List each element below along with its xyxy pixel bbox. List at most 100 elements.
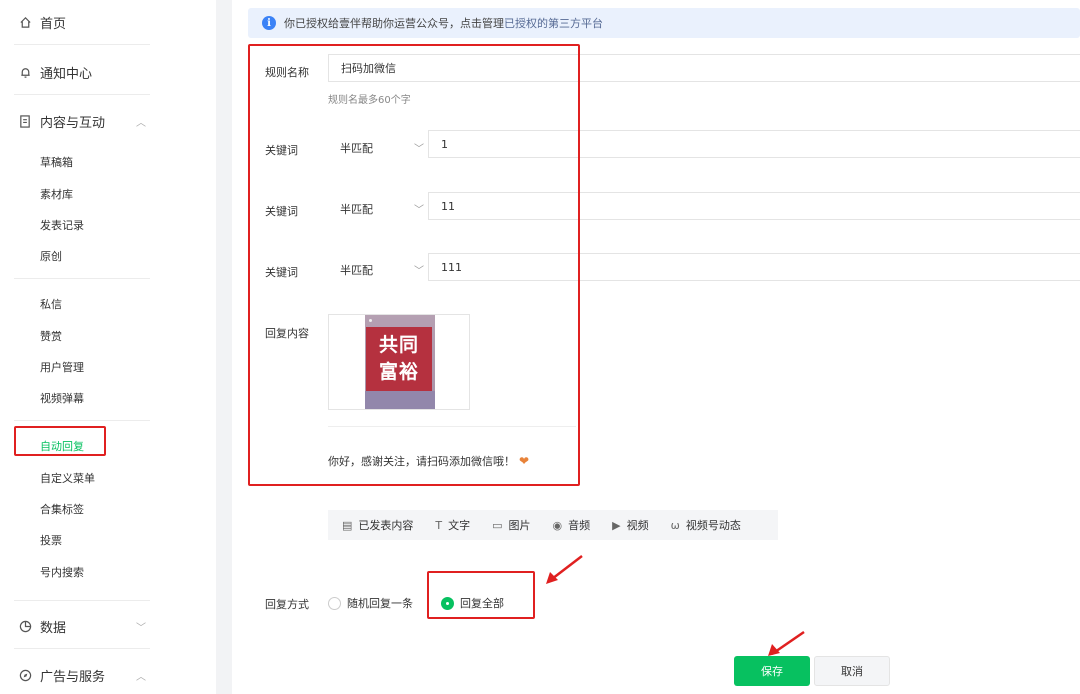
document-icon xyxy=(18,115,32,129)
keyword-label: 关键词 xyxy=(265,266,298,279)
banner-text: 你已授权给壹伴帮助你运营公众号，点击管理 xyxy=(284,17,504,30)
sidebar: 首页 通知中心 内容与互动 ︿ 草稿箱 素材库 发表记录 原创 私信 赞赏 用户… xyxy=(0,0,216,694)
sidebar-item-users[interactable]: 用户管理 xyxy=(40,359,84,375)
reply-text-content: 你好，感谢关注，请扫码添加微信哦！ xyxy=(328,455,515,468)
divider xyxy=(14,94,150,95)
radio-unchecked-icon xyxy=(328,596,341,610)
sidebar-item-messages[interactable]: 私信 xyxy=(40,296,62,312)
chevron-down-icon: ﹀ xyxy=(414,266,424,277)
nav-ads[interactable]: 广告与服务 ︿ xyxy=(18,666,146,685)
rule-name-label: 规则名称 xyxy=(265,66,309,79)
tool-image[interactable]: ▭ 图片 xyxy=(492,517,530,533)
divider xyxy=(14,600,150,601)
tool-channels[interactable]: ω 视频号动态 xyxy=(671,517,741,533)
info-icon: i xyxy=(262,16,276,30)
sidebar-item-original[interactable]: 原创 xyxy=(40,248,62,264)
chevron-down-icon: ﹀ xyxy=(414,205,424,216)
keyword-input[interactable]: 111 xyxy=(428,253,1080,281)
sidebar-item-published[interactable]: 发表记录 xyxy=(40,217,84,233)
nav-notifications-label: 通知中心 xyxy=(40,67,93,82)
main-panel: i 你已授权给壹伴帮助你运营公众号，点击管理 已授权的第三方平台 规则名称 扫码… xyxy=(232,0,1080,694)
rule-name-hint: 规则名最多60个字 xyxy=(328,95,411,106)
nav-notifications[interactable]: 通知中心 xyxy=(18,63,92,82)
reply-mode-group: 随机回复一条 回复全部 xyxy=(328,595,504,611)
keyword-input[interactable]: 11 xyxy=(428,192,1080,220)
tool-channels-label: 视频号动态 xyxy=(685,519,741,532)
home-icon xyxy=(18,16,32,30)
sidebar-item-vote[interactable]: 投票 xyxy=(40,532,62,548)
sidebar-item-rewards[interactable]: 赞赏 xyxy=(40,328,62,344)
tool-text-label: 文字 xyxy=(448,519,471,532)
radio-random-label: 随机回复一条 xyxy=(347,597,413,610)
radio-checked-icon xyxy=(441,596,454,610)
reply-toolbar: ▤ 已发表内容 T 文字 ▭ 图片 ◉ 音频 ▶ 视频 ω 视频号动态 xyxy=(328,510,778,540)
chevron-down-icon[interactable]: ﹀ xyxy=(136,619,146,634)
bell-icon xyxy=(18,66,32,80)
image-strip xyxy=(365,391,435,409)
annotation-arrow-icon xyxy=(546,555,583,584)
banner-link[interactable]: 已授权的第三方平台 xyxy=(504,15,603,31)
reply-image: 共同 富裕 xyxy=(365,315,435,409)
tool-video-label: 视频 xyxy=(626,519,649,532)
sidebar-item-danmaku[interactable]: 视频弹幕 xyxy=(40,390,84,406)
match-select-value: 半匹配 xyxy=(340,142,373,155)
radio-all[interactable]: 回复全部 xyxy=(441,595,504,611)
sidebar-item-library[interactable]: 素材库 xyxy=(40,186,73,202)
divider xyxy=(14,44,150,45)
tool-video[interactable]: ▶ 视频 xyxy=(612,517,648,533)
sidebar-item-auto-reply[interactable]: 自动回复 xyxy=(40,438,84,454)
save-button[interactable]: 保存 xyxy=(734,656,810,686)
reply-image-card[interactable]: 共同 富裕 xyxy=(328,314,470,410)
chevron-up-icon[interactable]: ︿ xyxy=(136,114,146,129)
video-icon: ▶ xyxy=(612,518,621,532)
tool-published[interactable]: ▤ 已发表内容 xyxy=(342,517,413,533)
tool-image-label: 图片 xyxy=(508,519,531,532)
nav-data[interactable]: 数据 ﹀ xyxy=(18,617,146,636)
match-select[interactable]: 半匹配 ﹀ xyxy=(328,195,424,223)
keyword-label: 关键词 xyxy=(265,144,298,157)
audio-icon: ◉ xyxy=(552,518,563,532)
cancel-button[interactable]: 取消 xyxy=(814,656,890,686)
match-select-value: 半匹配 xyxy=(340,264,373,277)
rule-name-input[interactable]: 扫码加微信 xyxy=(328,54,1080,82)
match-select-value: 半匹配 xyxy=(340,203,373,216)
chevron-down-icon: ﹀ xyxy=(414,144,424,155)
compass-icon xyxy=(18,669,32,683)
nav-ads-label: 广告与服务 xyxy=(40,670,106,685)
match-select[interactable]: 半匹配 ﹀ xyxy=(328,134,424,162)
tool-published-label: 已发表内容 xyxy=(358,519,414,532)
sidebar-item-search[interactable]: 号内搜索 xyxy=(40,564,84,580)
nav-data-label: 数据 xyxy=(40,621,67,636)
sidebar-item-drafts[interactable]: 草稿箱 xyxy=(40,154,73,170)
radio-all-label: 回复全部 xyxy=(460,597,504,610)
nav-home[interactable]: 首页 xyxy=(18,13,66,32)
text-icon: T xyxy=(435,518,443,532)
reply-mode-label: 回复方式 xyxy=(265,598,309,611)
tool-text[interactable]: T 文字 xyxy=(435,517,470,533)
info-banner: i 你已授权给壹伴帮助你运营公众号，点击管理 已授权的第三方平台 xyxy=(248,8,1080,38)
divider xyxy=(328,426,576,427)
nav-home-label: 首页 xyxy=(40,17,67,32)
radio-random[interactable]: 随机回复一条 xyxy=(328,595,413,611)
channels-icon: ω xyxy=(670,518,680,532)
keyword-input[interactable]: 1 xyxy=(428,130,1080,158)
document-icon: ▤ xyxy=(342,518,353,532)
heart-emoji-icon: ❤ xyxy=(519,454,530,468)
image-icon: ▭ xyxy=(492,518,503,532)
keyword-label: 关键词 xyxy=(265,205,298,218)
divider xyxy=(14,420,150,421)
chevron-up-icon[interactable]: ︿ xyxy=(136,668,146,683)
reply-image-text: 共同 富裕 xyxy=(366,327,432,391)
reply-content-label: 回复内容 xyxy=(265,327,309,340)
match-select[interactable]: 半匹配 ﹀ xyxy=(328,256,424,284)
divider xyxy=(14,648,150,649)
sidebar-item-tags[interactable]: 合集标签 xyxy=(40,501,84,517)
tool-audio[interactable]: ◉ 音频 xyxy=(553,517,591,533)
nav-content-label: 内容与互动 xyxy=(40,116,106,131)
tool-audio-label: 音频 xyxy=(568,519,591,532)
sidebar-item-custom-menu[interactable]: 自定义菜单 xyxy=(40,470,95,486)
nav-content[interactable]: 内容与互动 ︿ xyxy=(18,112,146,131)
image-dot xyxy=(369,319,372,322)
divider xyxy=(14,278,150,279)
reply-text[interactable]: 你好，感谢关注，请扫码添加微信哦！ ❤ xyxy=(328,453,529,469)
